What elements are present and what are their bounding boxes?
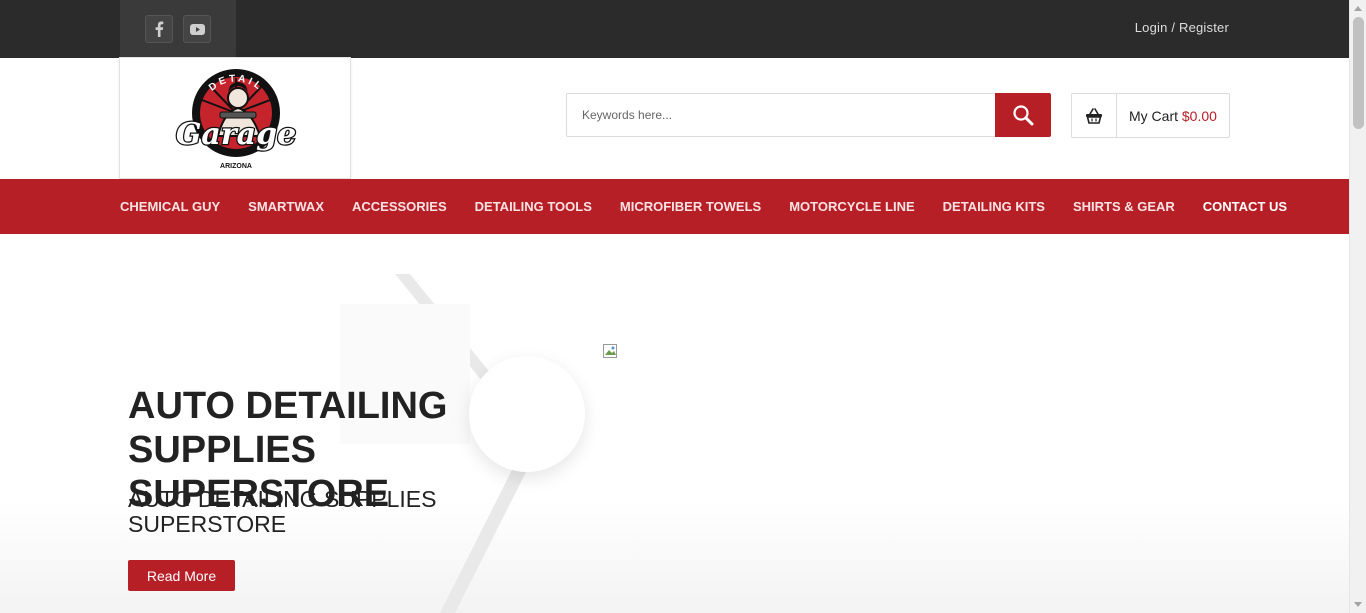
cart-text: My Cart — [1129, 107, 1178, 124]
hero-banner: AUTO DETAILING SUPPLIES SUPERSTORE AUTO … — [0, 234, 1349, 613]
nav-item-smartwax[interactable]: SMARTWAX — [248, 199, 324, 214]
cart-icon-wrap — [1072, 94, 1117, 137]
page-scrollbar[interactable] — [1349, 0, 1366, 613]
hero-subtitle: AUTO DETAILING SUPPLIES SUPERSTORE — [128, 486, 437, 537]
search-button[interactable] — [995, 93, 1051, 137]
youtube-link[interactable] — [183, 15, 211, 43]
scroll-down-arrow-icon[interactable] — [1354, 602, 1362, 607]
search-input[interactable] — [566, 93, 996, 137]
nav-item-motorcycle-line[interactable]: MOTORCYCLE LINE — [789, 199, 914, 214]
cart-label: My Cart $0.00 — [1117, 108, 1217, 124]
broken-image-icon — [603, 344, 617, 358]
register-link[interactable]: Register — [1179, 20, 1229, 35]
main-nav: CHEMICAL GUY SMARTWAX ACCESSORIES DETAIL… — [0, 179, 1349, 234]
scroll-up-arrow-icon[interactable] — [1354, 6, 1362, 11]
basket-icon — [1086, 107, 1102, 124]
facebook-icon — [155, 21, 164, 37]
account-links: Login / Register — [1135, 20, 1229, 35]
top-bar: Login / Register — [0, 0, 1349, 58]
social-links — [120, 0, 236, 58]
logo-bottom-text: ARIZONA — [220, 163, 252, 170]
login-separator: / — [1167, 20, 1179, 35]
nav-item-detailing-kits[interactable]: DETAILING KITS — [943, 199, 1045, 214]
youtube-icon — [189, 23, 205, 35]
logo-script-text: Garage — [176, 117, 296, 152]
nav-item-chemical-guy[interactable]: CHEMICAL GUY — [120, 199, 220, 214]
search-bar — [566, 93, 1051, 137]
nav-item-shirts-gear[interactable]: SHIRTS & GEAR — [1073, 199, 1175, 214]
nav-item-microfiber-towels[interactable]: MICROFIBER TOWELS — [620, 199, 761, 214]
nav-item-accessories[interactable]: ACCESSORIES — [352, 199, 447, 214]
detail-garage-logo: DETAIL Garage ARIZONA — [175, 69, 297, 170]
cart-amount: $0.00 — [1181, 107, 1217, 124]
search-icon — [1013, 105, 1034, 126]
facebook-link[interactable] — [145, 15, 173, 43]
read-more-button[interactable]: Read More — [128, 560, 235, 591]
cart-button[interactable]: My Cart $0.00 — [1071, 93, 1230, 138]
scroll-thumb[interactable] — [1353, 17, 1364, 129]
nav-item-detailing-tools[interactable]: DETAILING TOOLS — [475, 199, 592, 214]
login-link[interactable]: Login — [1135, 20, 1168, 35]
site-logo[interactable]: DETAIL Garage ARIZONA — [119, 57, 351, 179]
nav-item-contact-us[interactable]: CONTACT US — [1203, 199, 1287, 214]
